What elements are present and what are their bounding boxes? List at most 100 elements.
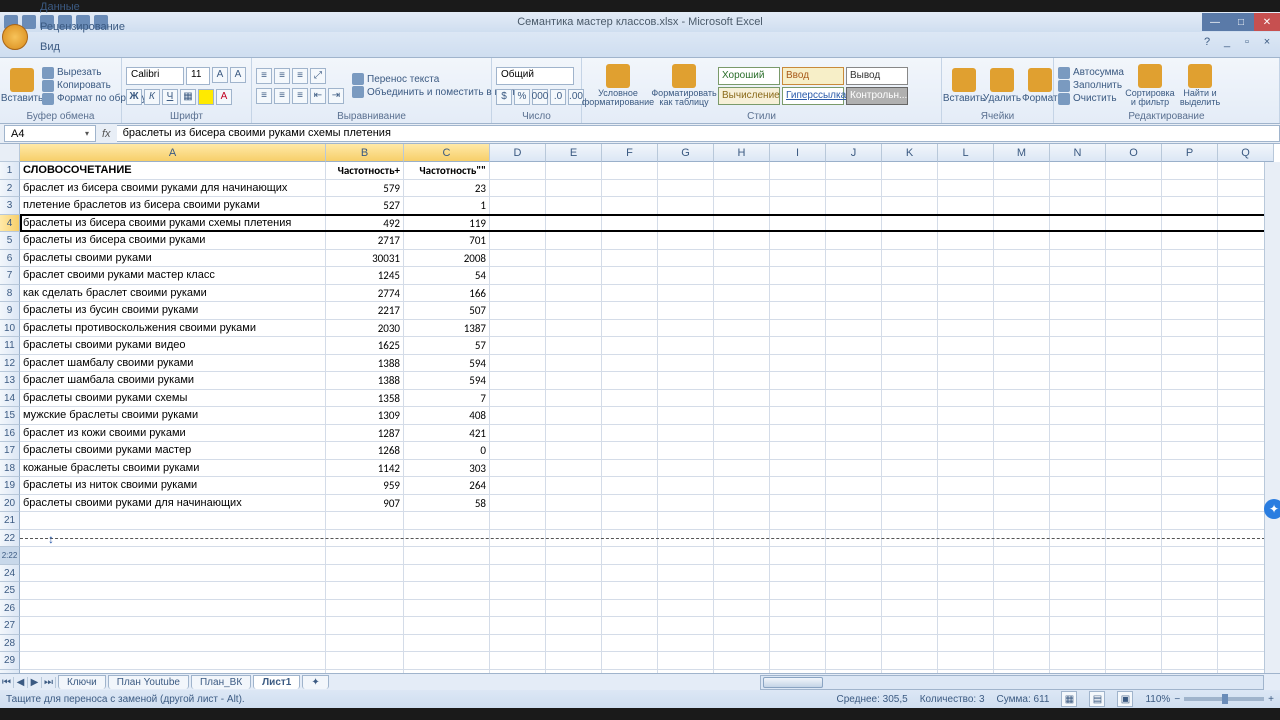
- cell[interactable]: [326, 565, 404, 582]
- hscroll-thumb[interactable]: [763, 677, 823, 688]
- cell[interactable]: 1309: [326, 407, 404, 424]
- table-row[interactable]: [20, 635, 1280, 653]
- cell[interactable]: [602, 250, 658, 267]
- cell[interactable]: [938, 547, 994, 564]
- cell[interactable]: [546, 425, 602, 442]
- cell[interactable]: 119: [404, 215, 490, 232]
- cell[interactable]: [1162, 285, 1218, 302]
- align-center-icon[interactable]: ≡: [274, 88, 290, 104]
- cells-area[interactable]: СЛОВОСОЧЕТАНИЕЧастотность+Частотность"" б…: [20, 162, 1280, 673]
- cell[interactable]: [938, 197, 994, 214]
- cell[interactable]: [490, 302, 546, 319]
- row-header[interactable]: 4: [0, 215, 20, 233]
- format-cells-button[interactable]: Формат: [1022, 68, 1058, 104]
- cell[interactable]: [602, 285, 658, 302]
- cell[interactable]: [546, 547, 602, 564]
- cell[interactable]: [770, 495, 826, 512]
- cell[interactable]: [938, 652, 994, 669]
- cell[interactable]: [714, 407, 770, 424]
- cell[interactable]: [602, 425, 658, 442]
- cell[interactable]: [714, 372, 770, 389]
- cell[interactable]: [882, 372, 938, 389]
- cell[interactable]: [938, 180, 994, 197]
- style-input[interactable]: Ввод: [782, 67, 844, 85]
- paste-button[interactable]: Вставить: [4, 68, 40, 104]
- table-row[interactable]: браслеты своими руками видео162557: [20, 337, 1280, 355]
- sort-filter-button[interactable]: Сортировка и фильтр: [1126, 64, 1174, 107]
- column-header[interactable]: L: [938, 144, 994, 162]
- cell[interactable]: 1268: [326, 442, 404, 459]
- cell[interactable]: [714, 267, 770, 284]
- cell[interactable]: [658, 337, 714, 354]
- table-row[interactable]: браслеты своими руками мастер12680: [20, 442, 1280, 460]
- cell[interactable]: [938, 582, 994, 599]
- cell[interactable]: [1106, 197, 1162, 214]
- cell[interactable]: [1050, 512, 1106, 529]
- row-header[interactable]: 15: [0, 407, 20, 425]
- row-header[interactable]: 27: [0, 617, 20, 635]
- cell[interactable]: [20, 582, 326, 599]
- cell[interactable]: [1050, 197, 1106, 214]
- table-row[interactable]: СЛОВОСОЧЕТАНИЕЧастотность+Частотность"": [20, 162, 1280, 180]
- cell[interactable]: [602, 652, 658, 669]
- cell[interactable]: 959: [326, 477, 404, 494]
- cell[interactable]: [714, 162, 770, 179]
- row-header[interactable]: 11: [0, 337, 20, 355]
- cell[interactable]: [404, 600, 490, 617]
- cell[interactable]: [770, 285, 826, 302]
- cell[interactable]: [546, 197, 602, 214]
- cell[interactable]: [770, 197, 826, 214]
- fill-button[interactable]: Заполнить: [1058, 80, 1124, 92]
- cell[interactable]: [658, 215, 714, 232]
- table-row[interactable]: мужские браслеты своими руками1309408: [20, 407, 1280, 425]
- row-header[interactable]: 13: [0, 372, 20, 390]
- cell[interactable]: [1050, 442, 1106, 459]
- cell[interactable]: [602, 162, 658, 179]
- cell[interactable]: [658, 390, 714, 407]
- cell[interactable]: [1106, 320, 1162, 337]
- cell[interactable]: [994, 372, 1050, 389]
- cell[interactable]: [1050, 495, 1106, 512]
- cell[interactable]: [882, 530, 938, 547]
- cell[interactable]: [1106, 512, 1162, 529]
- cell[interactable]: [770, 267, 826, 284]
- cell[interactable]: [770, 407, 826, 424]
- cell[interactable]: [882, 407, 938, 424]
- cell[interactable]: [770, 355, 826, 372]
- cell[interactable]: [20, 547, 326, 564]
- cell[interactable]: [490, 582, 546, 599]
- cell[interactable]: [658, 320, 714, 337]
- cell[interactable]: [1050, 547, 1106, 564]
- cell[interactable]: [938, 390, 994, 407]
- sheet-nav[interactable]: ⏮ ◀ ▶ ⏭: [0, 677, 56, 688]
- cell[interactable]: 2217: [326, 302, 404, 319]
- cell[interactable]: [490, 320, 546, 337]
- cell[interactable]: [490, 425, 546, 442]
- cell[interactable]: [546, 565, 602, 582]
- cell[interactable]: [770, 582, 826, 599]
- cell[interactable]: браслеты своими руками для начинающих: [20, 495, 326, 512]
- cell[interactable]: [602, 600, 658, 617]
- cell[interactable]: [546, 302, 602, 319]
- cell[interactable]: [1162, 355, 1218, 372]
- cell[interactable]: 492: [326, 215, 404, 232]
- cell[interactable]: 54: [404, 267, 490, 284]
- cell[interactable]: [546, 390, 602, 407]
- column-header[interactable]: J: [826, 144, 882, 162]
- cell[interactable]: [1106, 600, 1162, 617]
- cell[interactable]: [770, 547, 826, 564]
- cell[interactable]: [658, 582, 714, 599]
- cell[interactable]: [1162, 652, 1218, 669]
- row-header[interactable]: 2:22: [0, 547, 20, 565]
- cell[interactable]: 1142: [326, 460, 404, 477]
- cell[interactable]: [826, 477, 882, 494]
- cell[interactable]: [602, 267, 658, 284]
- cell[interactable]: [826, 337, 882, 354]
- cell[interactable]: [882, 320, 938, 337]
- cell[interactable]: [1050, 425, 1106, 442]
- cell[interactable]: 57: [404, 337, 490, 354]
- cell[interactable]: [938, 600, 994, 617]
- cell[interactable]: браслет из кожи своими руками: [20, 425, 326, 442]
- help-icon[interactable]: ?: [1200, 36, 1214, 50]
- sheet-next-icon[interactable]: ▶: [28, 677, 42, 688]
